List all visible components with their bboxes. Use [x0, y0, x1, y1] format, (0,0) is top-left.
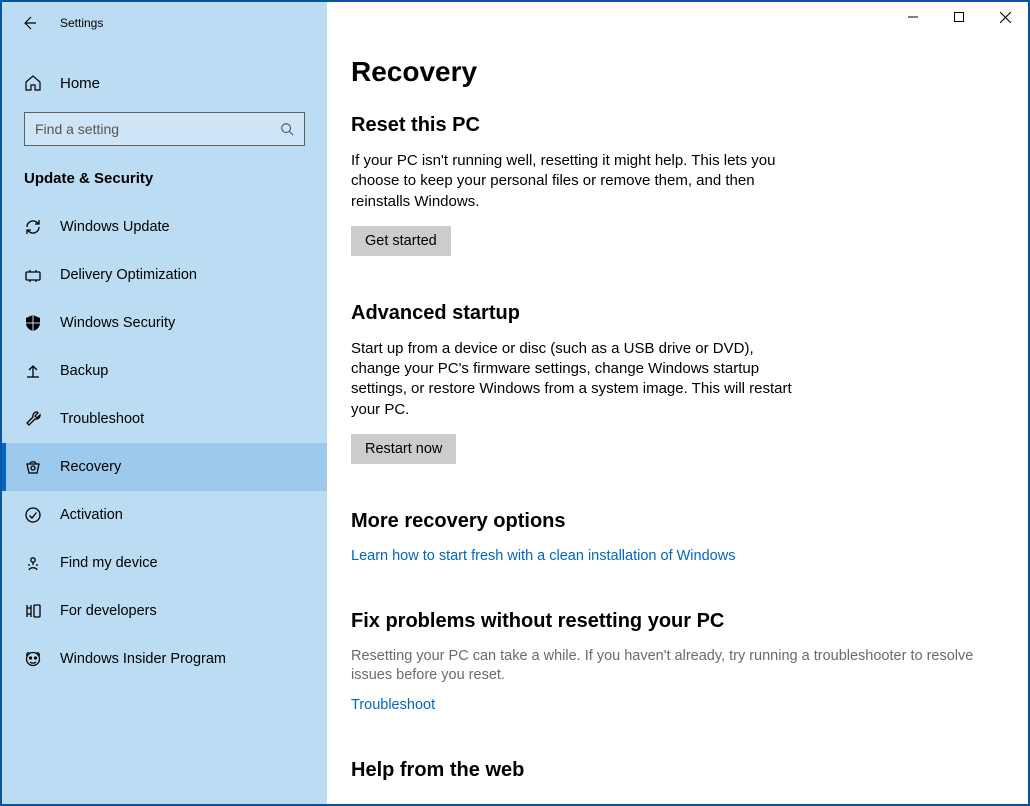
maximize-icon	[954, 12, 964, 22]
sidebar-section-title: Update & Security	[2, 160, 327, 203]
find-device-icon	[24, 554, 42, 572]
home-button[interactable]: Home	[2, 64, 327, 102]
sidebar-item-label: Activation	[60, 507, 123, 523]
troubleshoot-link[interactable]: Troubleshoot	[351, 697, 435, 713]
sidebar-item-label: Backup	[60, 363, 108, 379]
page-title: Recovery	[351, 56, 1004, 88]
arrow-left-icon	[21, 15, 37, 31]
insider-icon	[24, 650, 42, 668]
section-more-recovery: More recovery options Learn how to start…	[351, 510, 991, 564]
help-heading: Help from the web	[351, 759, 991, 782]
section-fix-problems: Fix problems without resetting your PC R…	[351, 610, 1004, 713]
window-title: Settings	[60, 16, 103, 30]
section-reset-pc: Reset this PC If your PC isn't running w…	[351, 114, 991, 256]
content-area: Recovery Reset this PC If your PC isn't …	[327, 2, 1028, 804]
window-controls	[327, 2, 1028, 38]
sidebar-item-windows-insider[interactable]: Windows Insider Program	[2, 635, 327, 683]
sidebar-item-recovery[interactable]: Recovery	[2, 443, 327, 491]
fix-heading: Fix problems without resetting your PC	[351, 610, 1004, 633]
settings-window: Settings Home Update & Security Windo	[2, 2, 1028, 804]
sidebar-item-label: Recovery	[60, 459, 121, 475]
sidebar-item-label: Windows Update	[60, 219, 170, 235]
minimize-icon	[908, 12, 918, 22]
sidebar-item-find-my-device[interactable]: Find my device	[2, 539, 327, 587]
sidebar: Settings Home Update & Security Windo	[2, 2, 327, 804]
wrench-icon	[24, 410, 42, 428]
sidebar-item-label: Find my device	[60, 555, 158, 571]
close-icon	[1000, 12, 1011, 23]
restart-now-button[interactable]: Restart now	[351, 434, 456, 464]
sidebar-item-troubleshoot[interactable]: Troubleshoot	[2, 395, 327, 443]
check-circle-icon	[24, 506, 42, 524]
start-fresh-link[interactable]: Learn how to start fresh with a clean in…	[351, 548, 735, 564]
developers-icon	[24, 602, 42, 620]
sidebar-item-for-developers[interactable]: For developers	[2, 587, 327, 635]
sidebar-item-windows-update[interactable]: Windows Update	[2, 203, 327, 251]
section-advanced-startup: Advanced startup Start up from a device …	[351, 302, 991, 464]
home-label: Home	[60, 75, 100, 92]
more-heading: More recovery options	[351, 510, 991, 533]
sidebar-item-activation[interactable]: Activation	[2, 491, 327, 539]
maximize-button[interactable]	[936, 2, 982, 32]
content-scroll[interactable]: Recovery Reset this PC If your PC isn't …	[327, 38, 1028, 804]
titlebar-left: Settings	[2, 8, 327, 38]
advanced-body: Start up from a device or disc (such as …	[351, 339, 801, 420]
search-icon	[280, 122, 294, 136]
sidebar-item-delivery-optimization[interactable]: Delivery Optimization	[2, 251, 327, 299]
shield-icon	[24, 314, 42, 332]
sidebar-item-backup[interactable]: Backup	[2, 347, 327, 395]
refresh-icon	[24, 218, 42, 236]
reset-heading: Reset this PC	[351, 114, 991, 137]
get-started-button[interactable]: Get started	[351, 226, 451, 256]
backup-icon	[24, 362, 42, 380]
search-box[interactable]	[24, 112, 305, 146]
recovery-icon	[24, 458, 42, 476]
delivery-icon	[24, 266, 42, 284]
fix-body: Resetting your PC can take a while. If y…	[351, 647, 1004, 686]
advanced-heading: Advanced startup	[351, 302, 991, 325]
sidebar-item-windows-security[interactable]: Windows Security	[2, 299, 327, 347]
sidebar-item-label: Windows Security	[60, 315, 175, 331]
back-button[interactable]	[20, 14, 38, 32]
home-icon	[24, 74, 42, 92]
sidebar-item-label: Troubleshoot	[60, 411, 144, 427]
sidebar-item-label: Windows Insider Program	[60, 651, 226, 667]
minimize-button[interactable]	[890, 2, 936, 32]
close-button[interactable]	[982, 2, 1028, 32]
sidebar-item-label: Delivery Optimization	[60, 267, 197, 283]
section-help-web: Help from the web	[351, 759, 991, 782]
sidebar-item-label: For developers	[60, 603, 157, 619]
search-wrap	[2, 102, 327, 160]
reset-body: If your PC isn't running well, resetting…	[351, 151, 801, 212]
sidebar-nav: Windows Update Delivery Optimization Win…	[2, 203, 327, 683]
search-input[interactable]	[35, 121, 280, 137]
